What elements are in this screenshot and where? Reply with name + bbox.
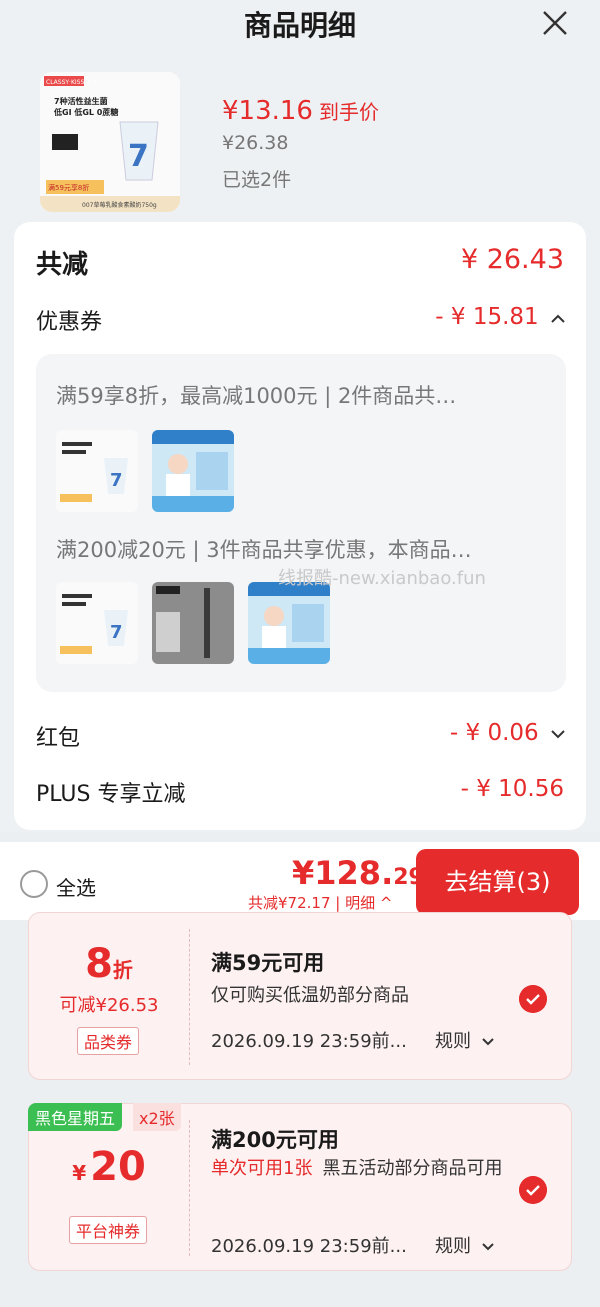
price-original: ¥26.38 [222,132,289,154]
selected-count: 已选2件 [222,169,292,191]
hongbao-value-toggle[interactable]: - ¥ 0.06 [450,720,566,746]
chevron-down-icon [482,1038,494,1046]
coupon-value: - ¥ 15.81 [435,304,539,330]
coupon-type-chip: 品类券 [77,1027,140,1055]
total-saving-detail-link[interactable]: 共减¥72.17 | 明细 ^ [248,892,392,913]
svg-text:7: 7 [110,470,123,491]
thumb-line1: 7种活性益生菌 [54,96,108,106]
product-thumb-yogurt[interactable]: 7 [56,430,138,512]
coupon-expiry: 2026.09.19 23:59前... [211,1236,407,1257]
detail-sheet: 商品明细 CLASSY·KISS 卡士 7种活性益生菌 低GI 低GL 0蔗糖 … [0,0,600,832]
select-all-label[interactable]: 全选 [56,872,96,901]
thumb-brand: CLASSY·KISS 卡士 [46,78,98,86]
coupon-desc: 仅可购买低温奶部分商品 [211,985,409,1006]
checkout-button[interactable]: 去结算(3) [416,849,579,915]
total-saving-value: ¥ 26.43 [460,244,564,275]
chevron-up-icon [551,314,565,323]
coupon-reduce-amount: 可减¥26.53 [59,995,159,1016]
thumb-footer: 007草莓乳酸食素酸奶750g [82,201,157,209]
hongbao-value: - ¥ 0.06 [449,720,539,746]
thumb-line2: 低GI 低GL 0蔗糖 [53,107,118,117]
price-now: ¥13.16 到手价 [222,96,379,126]
coupon-discount-value: 8折 [85,941,133,987]
svg-text:7: 7 [110,622,123,643]
coupon-rule-toggle[interactable]: 规则 [435,1027,495,1053]
coupon-divider [189,929,190,1065]
total-price: ¥128.29 [292,854,424,892]
promo-discount-8[interactable]: 满59享8折，最高减1000元 | 2件商品共… [56,380,456,410]
coupon-type-chip: 平台神券 [69,1216,148,1244]
coupon-divider [189,1120,190,1256]
coupon-checked-icon[interactable] [519,1176,547,1204]
close-icon[interactable] [540,8,570,38]
black-friday-badge: 黑色星期五 [28,1103,123,1131]
product-thumb-fiber[interactable] [152,430,234,512]
product-thumb-fiber-2[interactable] [248,582,330,664]
coupon-expiry: 2026.09.19 23:59前... [211,1031,407,1052]
coupon-value-toggle[interactable]: - ¥ 15.81 [435,304,566,330]
chevron-down-icon [551,730,565,739]
coupon-amount: ¥20 [72,1144,146,1190]
coupon-detail-panel: 满59享8折，最高减1000元 | 2件商品共… 7 满200减20元 | 3件… [36,354,566,692]
coupon-rule-label: 规则 [435,1031,471,1052]
checkout-bar: 全选 ¥128.29 共减¥72.17 | 明细 ^ 去结算(3) [0,842,600,920]
coupon-title: 满200元可用 [211,1128,339,1152]
product-thumb-yogurt-2[interactable]: 7 [56,582,138,664]
watermark-text: 线报酷-new.xianbao.fun [278,568,486,589]
coupon-desc: 单次可用1张 黑五活动部分商品可用 [211,1158,503,1179]
coupon-card-discount[interactable]: 8折 可减¥26.53 品类券 满59元可用 仅可购买低温奶部分商品 2026.… [28,912,572,1080]
coupon-rule-label: 规则 [435,1236,471,1257]
promo-200-minus-20[interactable]: 满200减20元 | 3件商品共享优惠，本商品… [56,534,472,564]
select-all-radio[interactable] [20,870,48,898]
total-saving-label: 共减 [36,250,89,280]
price-tag: 到手价 [318,100,379,124]
coupon-checked-icon[interactable] [519,985,547,1013]
page-title: 商品明细 [243,9,356,42]
plus-discount-label: PLUS 专享立减 [36,782,186,807]
product-thumb-pen[interactable] [152,582,234,664]
coupon-rule-toggle[interactable]: 规则 [435,1232,495,1258]
svg-text:7: 7 [128,139,149,174]
coupon-title: 满59元可用 [211,951,325,975]
plus-discount-value: - ¥ 10.56 [460,776,564,802]
coupon-label[interactable]: 优惠券 [36,304,102,336]
chevron-down-icon [482,1243,494,1251]
coupon-card-platform[interactable]: 黑色星期五 x2张 ¥20 平台神券 满200元可用 单次可用1张 黑五活动部分商… [28,1103,572,1271]
savings-card: 共减 ¥ 26.43 优惠券 - ¥ 15.81 满59享8折，最高减1000元… [14,222,586,830]
thumb-promo: 满59元享8折 [48,183,89,192]
coupon-count-badge: x2张 [133,1103,181,1131]
product-thumbnail[interactable]: CLASSY·KISS 卡士 7种活性益生菌 低GI 低GL 0蔗糖 7 满59… [40,72,180,212]
hongbao-label[interactable]: 红包 [36,720,80,752]
